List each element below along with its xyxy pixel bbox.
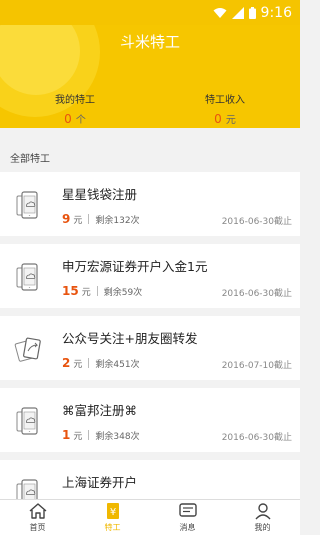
- task-price: 2: [62, 356, 71, 370]
- tab-label: 我的: [254, 523, 271, 532]
- task-meta: 2 元 剩余451次: [62, 356, 140, 370]
- task-price: 15: [62, 284, 79, 298]
- task-card[interactable]: 申万宏源证券开户入金1元 15 元 剩余59次 2016-06-30截止: [0, 244, 300, 308]
- my-agents-label: 我的特工: [55, 95, 95, 106]
- header: 斗米特工 我的特工 0个 特工收入 0元: [0, 25, 300, 128]
- tab-label: 特工: [104, 523, 121, 532]
- task-remaining: 剩余59次: [103, 288, 143, 298]
- tab-profile[interactable]: 我的: [225, 500, 300, 535]
- home-icon: [28, 502, 48, 522]
- task-price-unit: 元: [73, 360, 83, 370]
- page-title: 斗米特工: [119, 33, 180, 51]
- tab-label: 消息: [179, 523, 196, 532]
- task-deadline: 2016-06-30截止: [221, 217, 292, 227]
- task-title: 公众号关注+朋友圈转发: [62, 331, 198, 346]
- task-title: 申万宏源证券开户入金1元: [62, 259, 208, 274]
- income-stat[interactable]: 特工收入 0元: [150, 91, 300, 126]
- task-remaining: 剩余132次: [95, 216, 140, 226]
- task-price-unit: 元: [81, 288, 91, 298]
- task-deadline: 2016-06-30截止: [221, 289, 292, 299]
- task-title: 上海证券开户: [62, 475, 138, 490]
- divider: [88, 214, 90, 224]
- task-card[interactable]: ⌘富邦注册⌘ 1 元 剩余348次 2016-06-30截止: [0, 388, 300, 452]
- task-title: 星星钱袋注册: [62, 187, 138, 202]
- share-cards-icon: [14, 334, 44, 364]
- income-unit: 元: [225, 115, 236, 126]
- task-card[interactable]: 公众号关注+朋友圈转发 2 元 剩余451次 2016-07-10截止: [0, 316, 300, 380]
- task-price: 1: [62, 428, 71, 442]
- battery-icon: [248, 6, 256, 19]
- task-list: 星星钱袋注册 9 元剩余132次 2016-06-30截止 申万宏源证券开户入金1元 15…: [0, 172, 300, 532]
- task-title: ⌘富邦注册⌘: [62, 403, 138, 418]
- clock-time: 9:16: [260, 4, 292, 21]
- agent-icon: ¥: [103, 502, 123, 522]
- signal-icon: [231, 6, 244, 19]
- task-price-unit: 元: [73, 432, 83, 442]
- income-label: 特工收入: [205, 95, 245, 106]
- task-meta: 15 元 剩余59次: [62, 284, 142, 298]
- wifi-icon: [213, 7, 227, 18]
- my-agents-value: 0: [64, 112, 72, 126]
- task-price: 9: [62, 212, 71, 226]
- phone-cloud-icon: [14, 406, 44, 436]
- task-price-unit: 元: [73, 216, 83, 226]
- task-remaining: 剩余348次: [95, 432, 140, 442]
- status-bar: 9:16: [0, 0, 300, 25]
- section-label: 全部特工: [10, 154, 50, 165]
- task-remaining: 剩余451次: [95, 360, 140, 370]
- task-deadline: 2016-07-10截止: [221, 361, 292, 371]
- task-meta: 9 元 剩余132次: [62, 212, 140, 226]
- profile-icon: [253, 502, 273, 522]
- tab-message[interactable]: 消息: [150, 500, 225, 535]
- message-icon: [178, 502, 198, 522]
- task-deadline: 2016-06-30截止: [221, 433, 292, 443]
- divider: [96, 286, 98, 296]
- phone-cloud-icon: [14, 190, 44, 220]
- tab-label: 首页: [29, 523, 46, 532]
- my-agents-unit: 个: [75, 115, 86, 126]
- task-card[interactable]: 星星钱袋注册 9 元 剩余132次 2016-06-30截止: [0, 172, 300, 236]
- phone-cloud-icon: [14, 262, 44, 292]
- my-agents-stat[interactable]: 我的特工 0个: [0, 91, 150, 126]
- income-value: 0: [214, 112, 222, 126]
- divider: [88, 430, 90, 440]
- tab-home[interactable]: 首页: [0, 500, 75, 535]
- bottom-tab-bar: 首页 ¥ 特工 消息 我的: [0, 499, 300, 535]
- svg-text:¥: ¥: [109, 507, 115, 518]
- tab-agent[interactable]: ¥ 特工: [75, 500, 150, 535]
- divider: [88, 358, 90, 368]
- task-meta: 1 元 剩余348次: [62, 428, 140, 442]
